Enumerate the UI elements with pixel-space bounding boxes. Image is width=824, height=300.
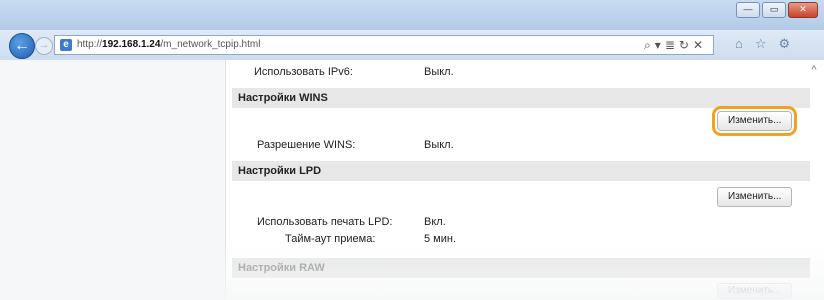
url-text[interactable]: http://192.168.1.24/m_network_tcpip.html <box>77 39 260 50</box>
refresh-icon[interactable]: ↻ <box>679 38 689 52</box>
compat-view-icon[interactable]: ≣ <box>665 38 675 52</box>
url-prefix: http:// <box>77 39 103 50</box>
lpd-settings-header: Настройки LPD <box>232 161 810 181</box>
raw-edit-button[interactable]: Изменить... <box>717 283 793 299</box>
browser-right-tools: ⌂ ☆ ⚙ <box>735 36 790 52</box>
url-path: /m_network_tcpip.html <box>160 39 261 50</box>
lpd-edit-button[interactable]: Изменить... <box>717 187 793 207</box>
window-controls: — ▭ ✕ <box>736 2 818 18</box>
page-icon: e <box>60 39 72 51</box>
close-window-button[interactable]: ✕ <box>788 2 818 18</box>
window-titlebar: — ▭ ✕ <box>0 0 824 30</box>
dropdown-icon[interactable]: ▾ <box>655 38 661 52</box>
wins-resolution-value: Выкл. <box>424 139 454 151</box>
address-tools: ⌕ ▾ ≣ ↻ ✕ <box>644 38 703 52</box>
search-icon[interactable]: ⌕ <box>644 38 651 52</box>
forward-button[interactable]: → <box>35 37 53 55</box>
minimize-button[interactable]: — <box>736 2 760 18</box>
ipv6-value: Выкл. <box>424 66 454 78</box>
wins-settings-header: Настройки WINS <box>232 88 810 108</box>
lpd-timeout-label: Тайм-аут приема: <box>285 233 376 245</box>
url-host: 192.168.1.24 <box>102 39 161 50</box>
lpd-print-label: Использовать печать LPD: <box>257 216 393 228</box>
maximize-button[interactable]: ▭ <box>762 2 786 18</box>
stop-icon[interactable]: ✕ <box>693 38 703 52</box>
lpd-timeout-value: 5 мин. <box>424 233 457 245</box>
wins-resolution-label: Разрешение WINS: <box>257 139 356 151</box>
lpd-print-value: Вкл. <box>424 216 446 228</box>
raw-settings-header: Настройки RAW <box>232 258 810 278</box>
favorites-icon[interactable]: ☆ <box>755 36 767 52</box>
back-button[interactable]: ← <box>9 33 35 59</box>
home-icon[interactable]: ⌂ <box>735 36 743 52</box>
ipv6-label: Использовать IPv6: <box>254 66 353 78</box>
settings-gear-icon[interactable]: ⚙ <box>779 36 791 52</box>
wins-edit-button[interactable]: Изменить... <box>711 106 798 136</box>
page-content: ^ Использовать IPv6: Выкл. Настройки WIN… <box>0 60 824 300</box>
address-bar[interactable]: e http://192.168.1.24/m_network_tcpip.ht… <box>54 35 714 55</box>
scroll-up-arrow-icon[interactable]: ^ <box>808 64 820 76</box>
